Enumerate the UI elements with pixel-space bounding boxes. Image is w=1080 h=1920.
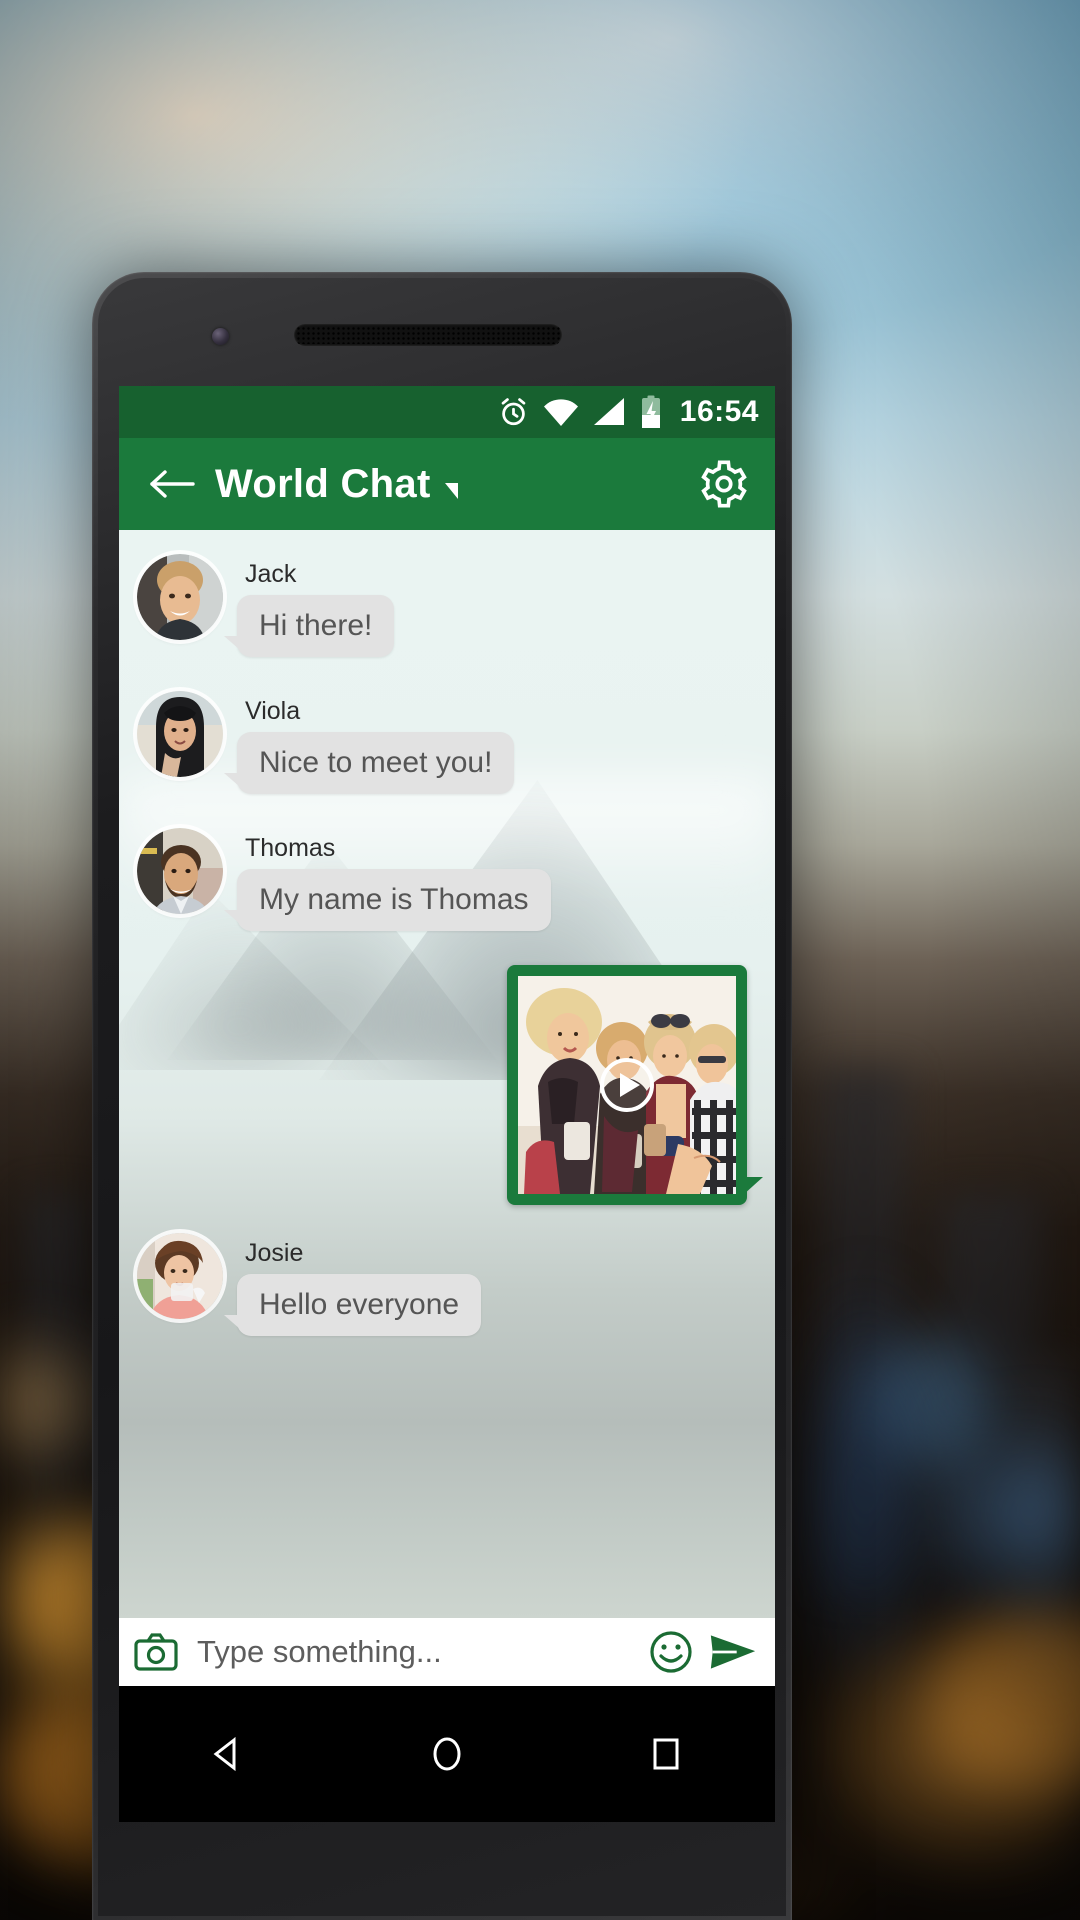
status-bar: 16:54 — [119, 386, 775, 438]
alarm-icon — [497, 396, 530, 429]
app-bar: World Chat — [119, 438, 775, 530]
nav-recents-square-icon[interactable] — [621, 1719, 711, 1789]
play-button-icon[interactable] — [600, 1058, 654, 1112]
avatar[interactable] — [137, 554, 223, 640]
message-bubble[interactable]: Nice to meet you! — [223, 732, 515, 794]
video-message-bubble[interactable] — [507, 965, 747, 1205]
signal-icon — [592, 397, 626, 427]
message-bubble[interactable]: Hi there! — [223, 595, 395, 657]
avatar[interactable] — [137, 691, 223, 777]
battery-charging-icon — [639, 395, 663, 429]
message-sender: Jack — [245, 560, 297, 588]
back-arrow-icon[interactable] — [145, 457, 199, 511]
earpiece-speaker — [294, 324, 562, 346]
dropdown-caret-icon[interactable] — [444, 483, 458, 499]
android-navigation-bar — [119, 1686, 775, 1822]
message-sender: Viola — [245, 697, 301, 725]
chat-message-list[interactable]: Jack Hi there! Viola Nice to meet you! T… — [119, 530, 775, 1618]
smiley-icon[interactable] — [647, 1628, 695, 1676]
nav-home-circle-icon[interactable] — [402, 1719, 492, 1789]
gear-icon[interactable] — [695, 455, 753, 513]
avatar[interactable] — [137, 1233, 223, 1319]
bubble-tail — [743, 1177, 763, 1195]
message-bubble[interactable]: My name is Thomas — [224, 869, 551, 931]
message-sender: Josie — [245, 1239, 304, 1267]
send-icon[interactable] — [709, 1628, 757, 1676]
message-row[interactable]: Viola Nice to meet you! — [119, 691, 775, 794]
phone-screen: 16:54 World Chat Jack Hi there! Viola Ni… — [119, 386, 775, 1686]
message-row[interactable]: Jack Hi there! — [119, 554, 775, 657]
message-bubble[interactable]: Hello everyone — [223, 1274, 482, 1336]
front-camera-icon — [212, 328, 229, 345]
avatar[interactable] — [137, 828, 223, 914]
page-title: World Chat — [215, 461, 431, 506]
message-row-video[interactable] — [119, 965, 775, 1205]
message-input-bar: Type something... — [119, 1618, 775, 1686]
wifi-icon — [543, 397, 579, 427]
message-row[interactable]: Josie Hello everyone — [119, 1233, 775, 1336]
message-sender: Thomas — [245, 834, 336, 862]
message-input[interactable]: Type something... — [197, 1634, 633, 1670]
phone-device: 16:54 World Chat Jack Hi there! Viola Ni… — [92, 272, 792, 1920]
message-row[interactable]: Thomas My name is Thomas — [119, 828, 775, 931]
camera-icon[interactable] — [133, 1629, 179, 1675]
nav-back-triangle-icon[interactable] — [183, 1719, 273, 1789]
status-clock: 16:54 — [679, 395, 759, 428]
